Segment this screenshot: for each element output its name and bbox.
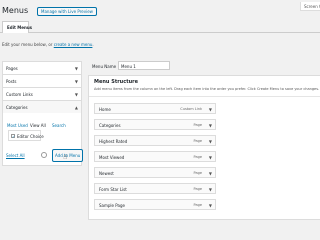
chevron-down-icon: ▼ — [74, 79, 78, 84]
menu-structure-title: Menu Structure — [94, 79, 139, 85]
panel-pages[interactable]: Pages ▼ — [2, 61, 82, 75]
menu-item-newest[interactable]: Newest Page ▼ — [94, 167, 216, 178]
panel-custom-links-label: Custom Links — [6, 92, 33, 97]
intro-end: . — [92, 42, 94, 47]
menu-item-categories[interactable]: Categories Page ▼ — [94, 119, 216, 130]
menu-item-type: Page — [193, 155, 202, 159]
chevron-down-icon[interactable]: ▼ — [209, 187, 212, 192]
tab-edit-menus[interactable]: Edit Menus — [2, 21, 32, 33]
menu-item-title: Categories — [99, 123, 121, 128]
menu-item-sample-page[interactable]: Sample Page Page ▼ — [94, 199, 216, 210]
menu-item-form-star-list[interactable]: Form Star List Page ▼ — [94, 183, 216, 194]
panel-posts-label: Posts — [6, 79, 17, 84]
spinner-icon — [41, 152, 47, 158]
chevron-down-icon[interactable]: ▼ — [209, 171, 212, 176]
menu-structure-hint: Add menu items from the column on the le… — [94, 87, 320, 91]
add-to-menu-button[interactable]: Add to Menu — [52, 149, 84, 162]
create-menu-link[interactable]: create a new menu — [54, 42, 93, 47]
category-label-editor-choice: Editor Choice — [17, 134, 44, 139]
menu-item-highest-rated[interactable]: Highest Rated Page ▼ — [94, 135, 216, 146]
panel-posts[interactable]: Posts ▼ — [2, 74, 82, 88]
menu-item-type: Page — [193, 123, 202, 127]
menu-item-type: Custom Link — [180, 107, 202, 111]
category-list: ✓ Editor Choice — [8, 130, 44, 141]
chevron-down-icon[interactable]: ▼ — [209, 155, 212, 160]
menu-item-title: Most Viewed — [99, 155, 125, 160]
menu-item-title: Form Star List — [99, 187, 127, 192]
chevron-down-icon: ▼ — [74, 66, 78, 71]
live-preview-button[interactable]: Manage with Live Preview — [37, 7, 97, 16]
menu-item-title: Home — [99, 107, 111, 112]
menu-item-type: Page — [193, 203, 202, 207]
chevron-down-icon[interactable]: ▼ — [209, 203, 212, 208]
tab-strip-border — [0, 32, 320, 33]
cursor-hand-icon: ☝ — [63, 153, 68, 161]
select-all-link[interactable]: Select All — [6, 153, 25, 158]
menu-item-home[interactable]: Home Custom Link ▼ — [94, 103, 216, 114]
tab-view-all[interactable]: View All — [30, 123, 46, 128]
menu-name-label: Menu Name — [92, 64, 117, 69]
chevron-up-icon: ▲ — [74, 105, 78, 110]
menu-name-input[interactable]: Menu 1 — [118, 61, 170, 70]
tab-search[interactable]: Search — [52, 123, 66, 128]
menu-item-title: Sample Page — [99, 203, 125, 208]
chevron-down-icon[interactable]: ▼ — [209, 123, 212, 128]
panel-pages-label: Pages — [6, 66, 18, 71]
intro-text: Edit your menu below, or create a new me… — [2, 42, 94, 47]
menu-structure-divider — [89, 96, 320, 97]
panel-custom-links[interactable]: Custom Links ▼ — [2, 87, 82, 101]
menu-structure-panel: Menu Structure Add menu items from the c… — [88, 75, 320, 220]
panel-categories[interactable]: Categories ▲ — [2, 100, 82, 114]
menu-item-title: Highest Rated — [99, 139, 128, 144]
chevron-down-icon[interactable]: ▼ — [209, 107, 212, 112]
panel-categories-label: Categories — [6, 105, 28, 110]
menu-item-type: Page — [193, 139, 202, 143]
chevron-down-icon[interactable]: ▼ — [209, 139, 212, 144]
checkbox-editor-choice[interactable]: ✓ — [11, 134, 15, 139]
menu-item-most-viewed[interactable]: Most Viewed Page ▼ — [94, 151, 216, 162]
menu-item-type: Page — [193, 171, 202, 175]
menu-item-title: Newest — [99, 171, 114, 176]
tab-most-used[interactable]: Most Used — [7, 123, 28, 128]
page-title: Menus — [2, 6, 29, 15]
screen-options-button[interactable]: Screen O — [300, 2, 320, 11]
intro-label: Edit your menu below, or — [2, 42, 53, 47]
categories-panel-body: Most Used View All Search ✓ Editor Choic… — [2, 113, 84, 166]
chevron-down-icon: ▼ — [74, 92, 78, 97]
menu-item-type: Page — [193, 187, 202, 191]
